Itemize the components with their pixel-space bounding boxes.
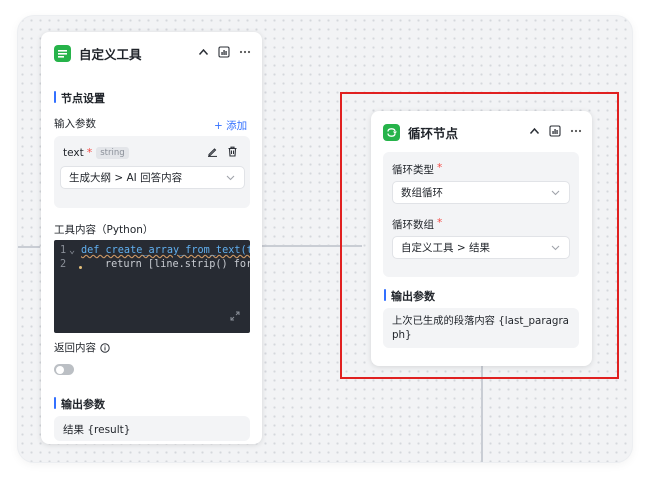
code-line: def create_array_from_text(t <box>81 245 250 256</box>
required-mark: * <box>86 146 93 159</box>
output-params-heading: 输出参数 <box>54 396 105 412</box>
collapse-chevron-icon[interactable] <box>198 48 209 56</box>
add-param-button[interactable]: + 添加 <box>214 118 247 133</box>
param-value-select[interactable]: 生成大纲 > AI 回答内容 <box>60 166 245 189</box>
warning-dot-icon <box>79 266 82 269</box>
param-panel: text * string 生成大纲 > AI 回答内容 <box>54 136 250 208</box>
log-icon[interactable] <box>218 46 230 58</box>
code-line: return [line.strip() for <box>105 259 250 270</box>
highlight-box <box>340 92 619 379</box>
line-number: 1 <box>60 245 67 256</box>
tool-node-header: 自定义工具 <box>54 44 142 63</box>
tool-content-label: 工具内容（Python） <box>54 224 154 236</box>
param-type-badge: string <box>96 146 129 159</box>
tool-node-title: 自定义工具 <box>79 47 142 62</box>
node-settings-heading: 节点设置 <box>54 90 105 106</box>
edit-icon[interactable] <box>207 146 218 157</box>
tool-icon <box>54 45 71 62</box>
code-editor[interactable]: 1 ⌄ def create_array_from_text(t 2 retur… <box>54 240 250 333</box>
return-content-toggle[interactable] <box>54 364 74 375</box>
more-icon[interactable] <box>239 50 251 54</box>
custom-tool-node[interactable]: 自定义工具 节点设置 输入参数 + 添加 text * string 生成大纲 … <box>41 32 262 444</box>
param-name: text <box>63 146 84 159</box>
input-params-label: 输入参数 <box>54 118 96 130</box>
return-content-label: 返回内容 <box>54 342 96 354</box>
param-value-text: 生成大纲 > AI 回答内容 <box>69 172 183 184</box>
expand-icon[interactable] <box>230 311 240 321</box>
delete-icon[interactable] <box>227 146 238 157</box>
output-value: 结果 {result} <box>63 424 131 436</box>
fold-icon[interactable]: ⌄ <box>69 245 75 256</box>
chevron-down-icon <box>226 172 235 184</box>
output-panel: 结果 {result} <box>54 416 250 441</box>
line-number: 2 <box>60 259 67 270</box>
edge-left-incoming <box>18 246 40 248</box>
info-icon <box>100 342 110 353</box>
edge-loop-down <box>481 366 483 462</box>
